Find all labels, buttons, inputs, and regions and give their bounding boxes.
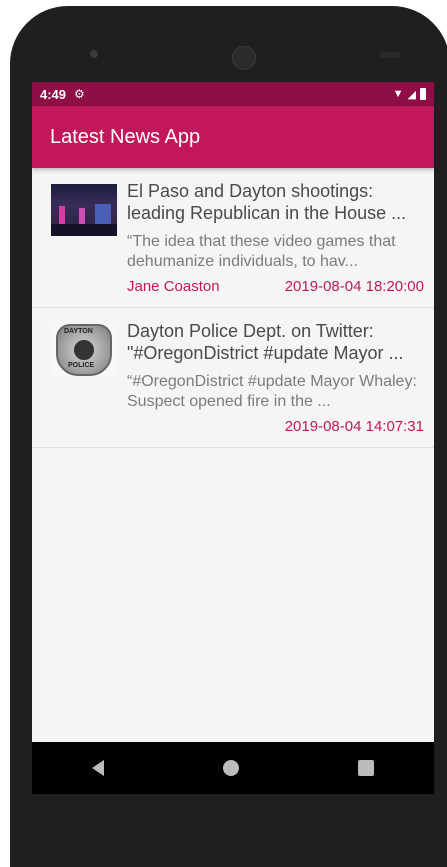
- article-date: 2019-08-04 18:20:00: [284, 278, 424, 295]
- article-title: Dayton Police Dept. on Twitter: "#Oregon…: [127, 321, 404, 363]
- earpiece-speaker: [232, 46, 256, 70]
- settings-gear-icon: ⚙: [74, 87, 85, 101]
- signal-icon: ◢: [407, 88, 416, 101]
- device-screen: 4:49 ⚙ ▼ ◢ Latest News App El Paso and D…: [32, 82, 434, 794]
- article-thumbnail: DAYTON POLICE: [51, 324, 117, 376]
- badge-text-bottom: POLICE: [68, 362, 95, 369]
- article-thumbnail: [51, 184, 117, 236]
- article-author: Jane Coaston: [127, 278, 220, 295]
- status-time: 4:49: [40, 86, 67, 102]
- news-item[interactable]: DAYTON POLICE Dayton Police Dept. on Twi…: [32, 308, 434, 448]
- article-description: “The idea that these video games that de…: [127, 233, 396, 270]
- article-description: “#OregonDistrict #update Mayor Whaley: S…: [127, 373, 417, 410]
- battery-icon: [420, 88, 426, 100]
- news-item[interactable]: El Paso and Dayton shootings: leading Re…: [32, 168, 434, 308]
- wifi-icon: ▼: [392, 88, 404, 100]
- article-date: 2019-08-04 14:07:31: [284, 418, 424, 435]
- navigation-bar: [32, 742, 434, 794]
- article-title: El Paso and Dayton shootings: leading Re…: [127, 181, 407, 223]
- news-list[interactable]: El Paso and Dayton shootings: leading Re…: [32, 168, 434, 448]
- app-bar: Latest News App: [32, 106, 434, 168]
- badge-text-top: DAYTON: [64, 328, 93, 335]
- recents-icon[interactable]: [358, 760, 375, 776]
- back-icon[interactable]: [91, 760, 104, 776]
- front-camera: [90, 50, 98, 58]
- status-icons: ▼ ◢: [393, 88, 426, 101]
- home-icon[interactable]: [222, 760, 239, 776]
- app-title: Latest News App: [50, 125, 201, 148]
- police-badge-icon: DAYTON POLICE: [56, 324, 112, 376]
- proximity-sensor: [380, 52, 400, 58]
- status-bar: 4:49 ⚙ ▼ ◢: [32, 82, 434, 106]
